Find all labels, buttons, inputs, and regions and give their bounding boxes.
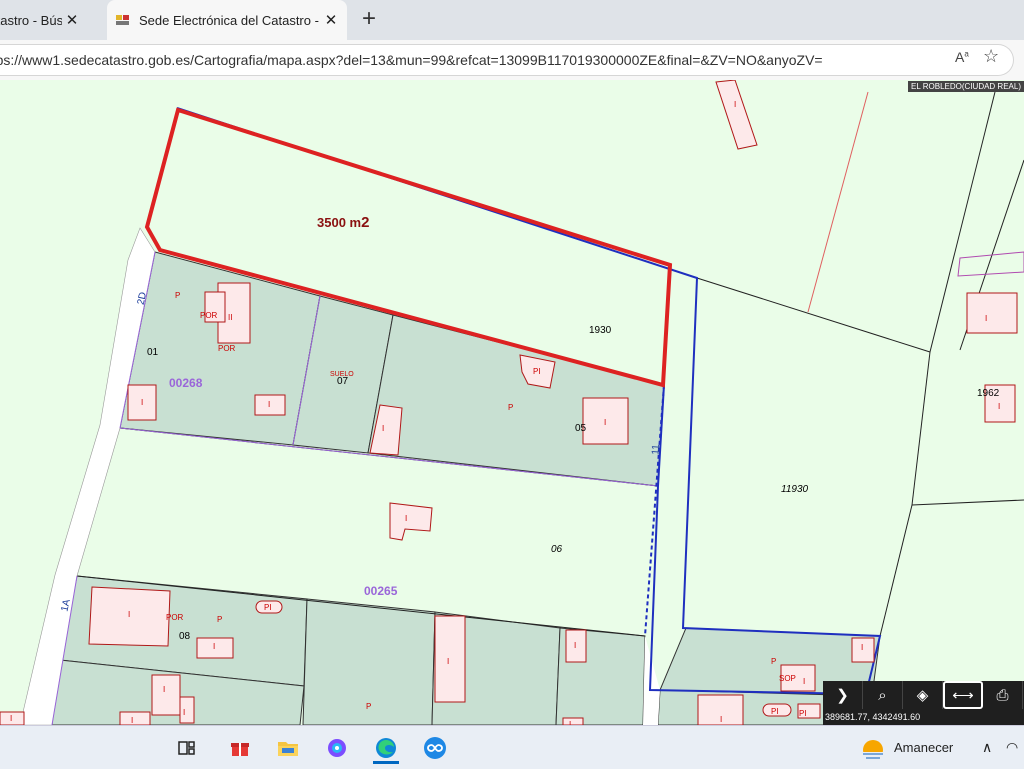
- infinity-app-icon[interactable]: [422, 735, 448, 761]
- building-code: I: [447, 657, 450, 666]
- building-code: P: [175, 291, 181, 300]
- url-text: https://www1.sedecatastro.gob.es/Cartogr…: [0, 52, 823, 68]
- building-code: POR: [218, 344, 236, 353]
- tab-sede-electronica[interactable]: Sede Electrónica del Catastro - Formular…: [107, 0, 347, 40]
- parcel-area-label: 3500 m2: [317, 214, 369, 231]
- building-code: PI: [771, 707, 779, 716]
- building-code: I: [183, 708, 186, 717]
- file-explorer-icon[interactable]: [275, 735, 301, 761]
- building-code: P: [366, 702, 372, 711]
- block-number-label: 00265: [364, 584, 398, 598]
- tab-title: Sede Electrónica del Catastro - Formular…: [139, 12, 321, 28]
- building-code: I: [734, 100, 737, 109]
- task-view-icon[interactable]: [175, 735, 201, 761]
- copilot-icon[interactable]: [324, 735, 350, 761]
- subparcel-label: 06: [551, 544, 563, 555]
- browser-tab-strip: Catastro - Búsqueda ✕ Sede Electrónica d…: [0, 0, 1024, 40]
- tab-catastro-busqueda[interactable]: Catastro - Búsqueda ✕: [0, 0, 105, 40]
- building-code: I: [405, 514, 408, 523]
- area-unit-exponent: 2: [361, 214, 370, 231]
- tab-title: Catastro - Búsqueda: [0, 12, 62, 28]
- building-code: POR: [200, 311, 218, 320]
- show-hidden-icons-icon[interactable]: ∧: [982, 739, 992, 756]
- building-code: PI: [264, 603, 272, 612]
- building-code: P: [217, 615, 223, 624]
- weather-label[interactable]: Amanecer: [894, 740, 953, 755]
- municipality-label: EL ROBLEDO(CIUDAD REAL): [908, 81, 1024, 92]
- building-code: P: [508, 403, 514, 412]
- windows-taskbar: Amanecer ∧ ◠: [0, 725, 1024, 769]
- building-code: I: [268, 400, 271, 409]
- building-code: PI: [799, 709, 807, 718]
- coordinate-readout: 389681.77, 4342491.60: [823, 709, 1024, 725]
- building-code: I: [861, 643, 864, 652]
- gift-icon[interactable]: [227, 735, 253, 761]
- building-code: I: [382, 424, 385, 433]
- building-code: I: [574, 641, 577, 650]
- subparcel-label: 01: [147, 347, 159, 358]
- favorite-star-icon[interactable]: ☆: [983, 46, 999, 67]
- subparcel-label: 08: [179, 631, 191, 642]
- building-code: I: [998, 402, 1001, 411]
- layers-icon[interactable]: ◈: [903, 681, 943, 709]
- cadastral-map[interactable]: EL ROBLEDO(CIUDAD REAL) 3500 m2 1930 196…: [0, 80, 1024, 725]
- building-code: P: [771, 657, 777, 666]
- close-tab-icon[interactable]: ✕: [321, 11, 341, 29]
- building-code: I: [10, 714, 13, 723]
- area-value: 3500 m: [317, 215, 362, 230]
- building-code: I: [131, 716, 134, 725]
- parcel-number-label: 1962: [977, 388, 1000, 399]
- building-code: I: [163, 685, 166, 694]
- building-code: I: [213, 642, 216, 651]
- expand-icon[interactable]: ❯: [823, 681, 863, 709]
- building-code: I: [803, 677, 806, 686]
- street-label: 11: [650, 444, 662, 455]
- catastro-favicon-icon: [115, 13, 131, 27]
- building-code: I: [128, 610, 131, 619]
- building-code: SUELO: [330, 371, 354, 378]
- weather-icon[interactable]: [860, 735, 886, 761]
- parcel-number-label: 1930: [589, 325, 612, 336]
- building-code: POR: [166, 613, 184, 622]
- search-icon[interactable]: ⌕: [863, 681, 903, 709]
- building-code: I: [985, 314, 988, 323]
- edge-browser-icon[interactable]: [373, 735, 399, 764]
- building-code: I: [720, 715, 723, 724]
- map-toolbar: ❯ ⌕ ◈ ⟷ ⎙: [823, 681, 1024, 709]
- new-tab-button[interactable]: +: [356, 6, 382, 32]
- building-code: SOP: [779, 674, 796, 683]
- print-icon[interactable]: ⎙: [983, 681, 1023, 709]
- address-bar[interactable]: https://www1.sedecatastro.gob.es/Cartogr…: [0, 44, 1014, 76]
- close-tab-icon[interactable]: ✕: [62, 11, 82, 29]
- address-bar-row: https://www1.sedecatastro.gob.es/Cartogr…: [0, 40, 1024, 81]
- measure-icon[interactable]: ⟷: [943, 681, 983, 709]
- building-code: I: [604, 418, 607, 427]
- building-code: II: [228, 313, 233, 322]
- parcel-number-label: 11930: [781, 484, 809, 495]
- wifi-icon[interactable]: ◠: [1006, 739, 1018, 756]
- subparcel-label: 05: [575, 423, 587, 434]
- read-aloud-icon[interactable]: Aa: [955, 49, 969, 65]
- building-code: I: [141, 398, 144, 407]
- building-code: PI: [533, 367, 541, 376]
- block-number-label: 00268: [169, 376, 203, 390]
